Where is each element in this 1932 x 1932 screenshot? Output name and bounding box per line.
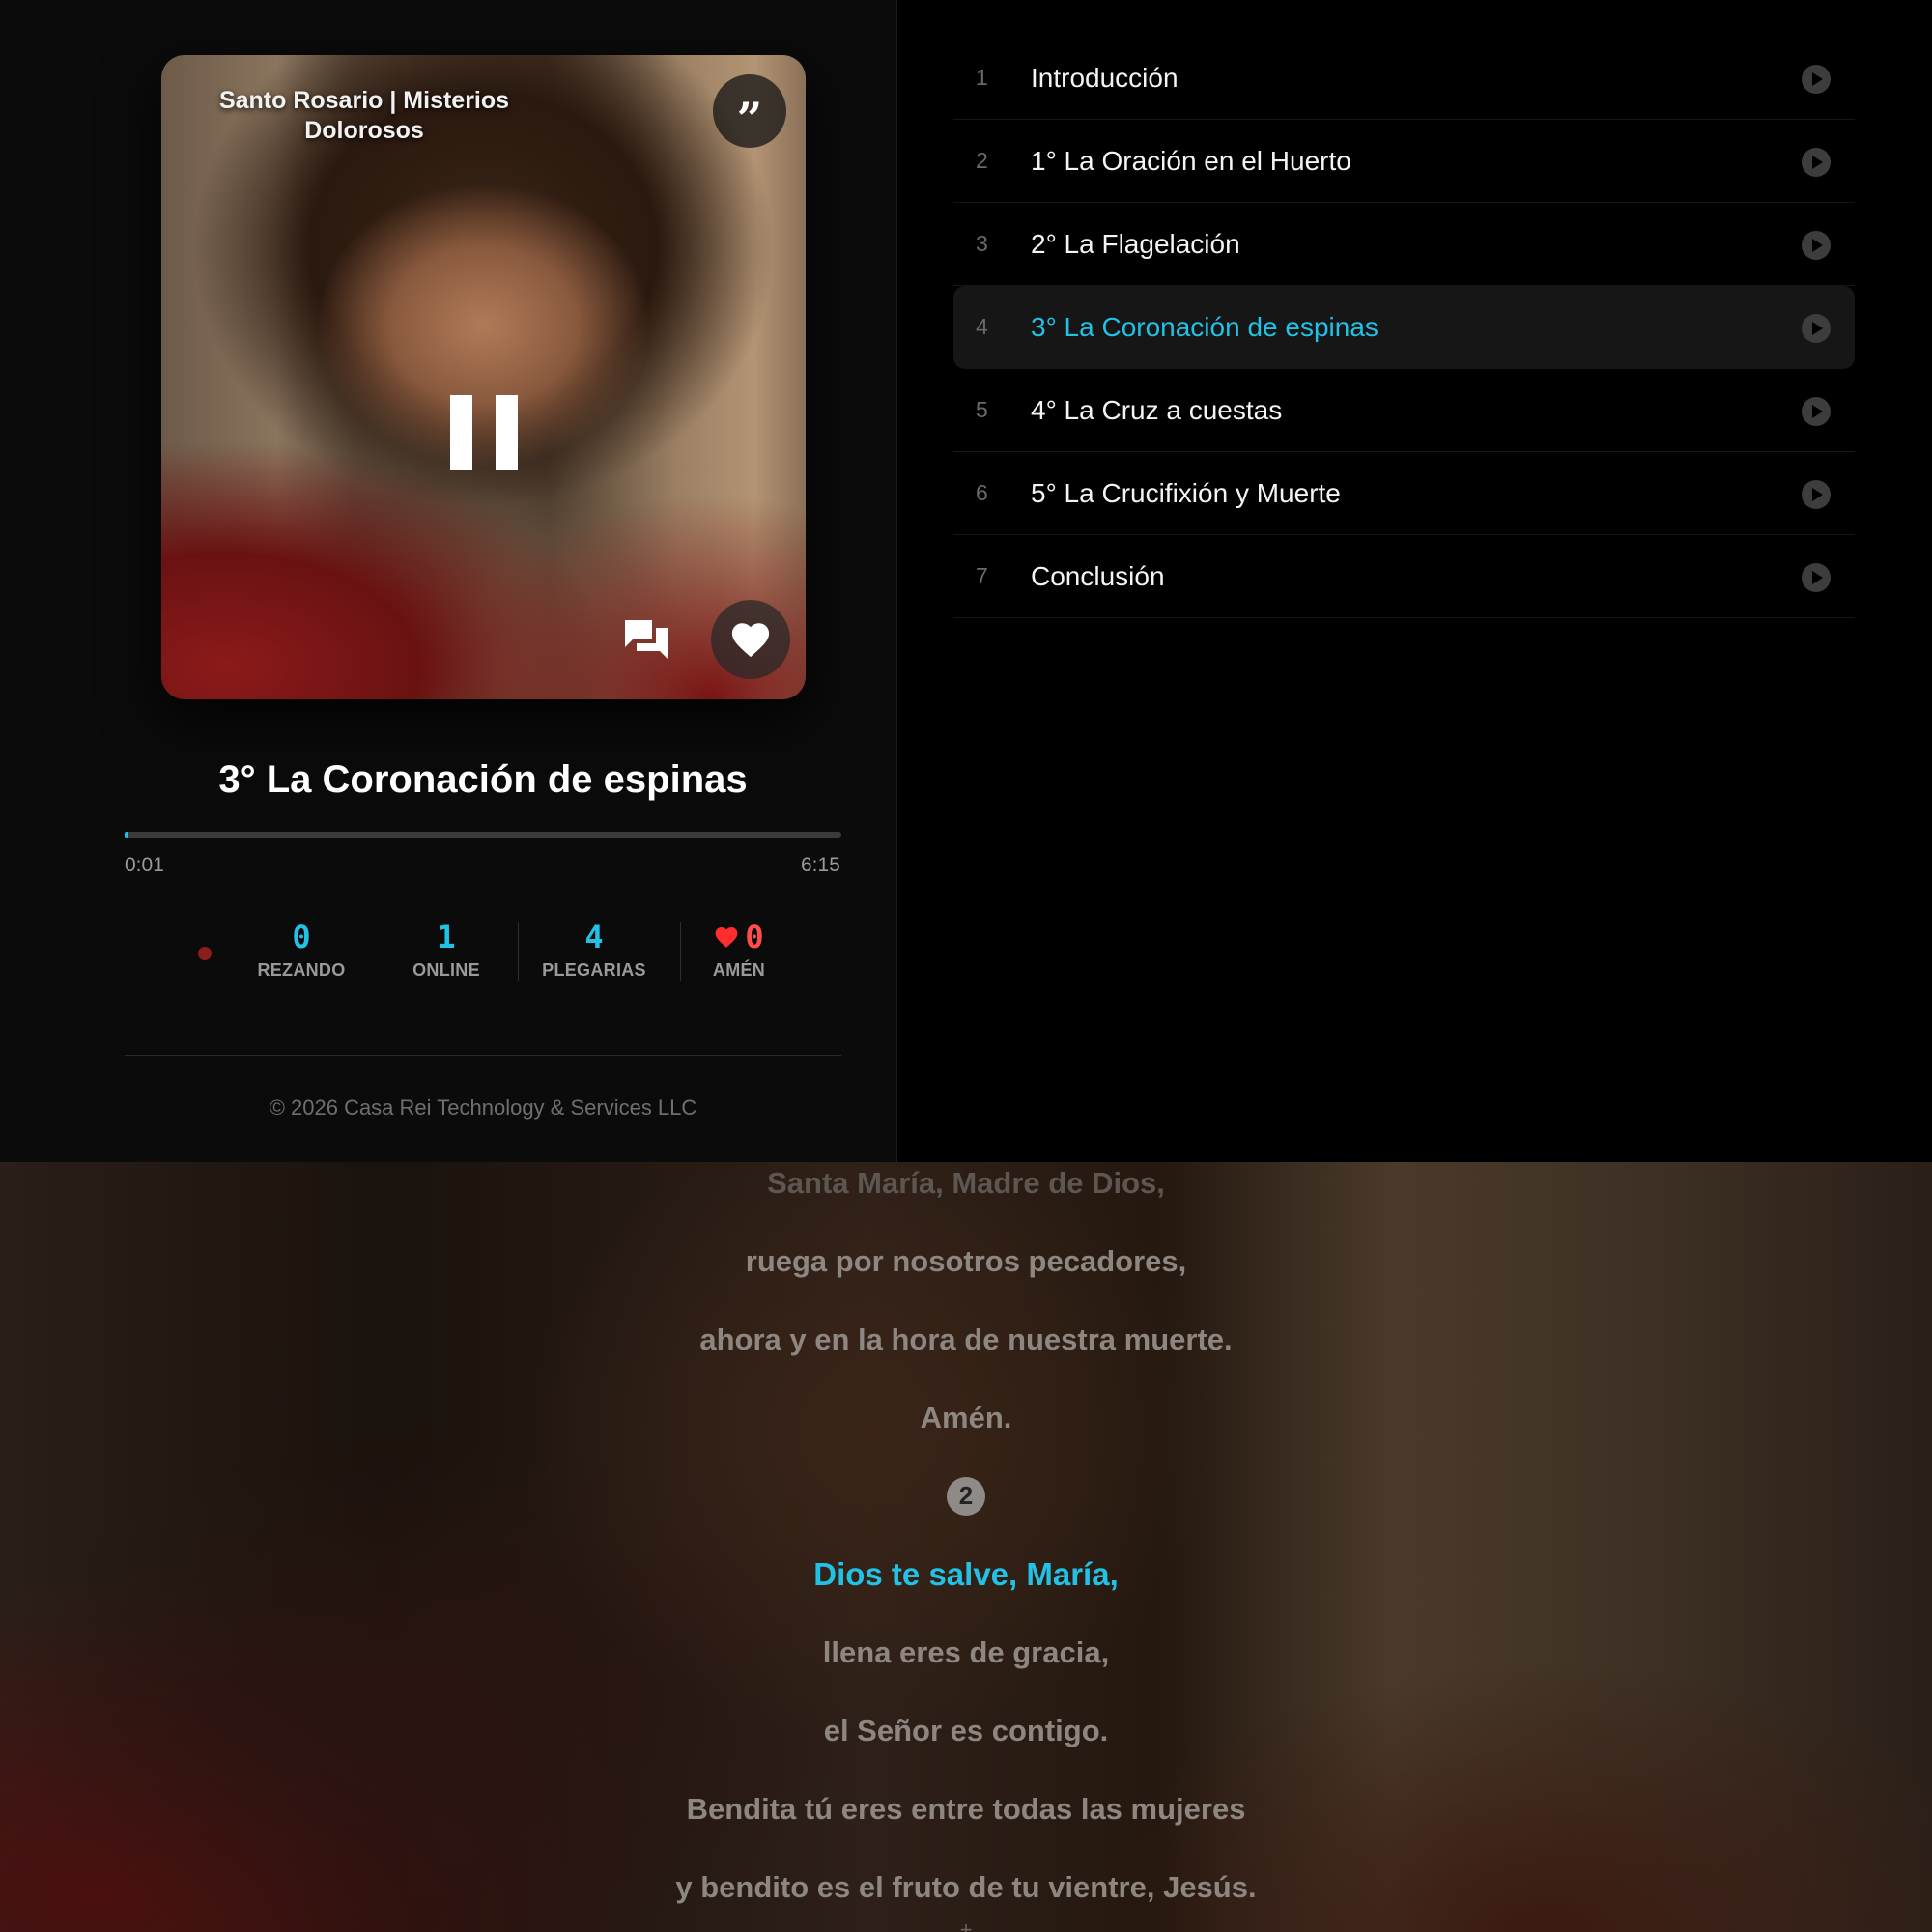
- stat-online-value: 1: [437, 919, 456, 955]
- track-item[interactable]: 2 1° La Oración en el Huerto: [953, 120, 1855, 203]
- play-icon[interactable]: [1802, 231, 1831, 260]
- track-name: Conclusión: [1031, 560, 1165, 591]
- lyric-line-current: Dios te salve, María,: [813, 1556, 1119, 1592]
- track-name: 1° La Oración en el Huerto: [1031, 145, 1351, 176]
- track-number: 3: [976, 231, 988, 256]
- stat-rezando-value: 0: [292, 919, 311, 955]
- stat-plegarias: 4 PLEGARIAS: [536, 918, 652, 980]
- lyric-line: Amén.: [920, 1401, 1012, 1435]
- track-item[interactable]: 7 Conclusión: [953, 535, 1855, 618]
- track-number: 1: [976, 65, 988, 90]
- divider: [518, 922, 519, 981]
- play-icon[interactable]: [1802, 314, 1831, 343]
- track-number: 6: [976, 480, 988, 505]
- divider: [680, 922, 681, 981]
- current-time: 0:01: [125, 854, 164, 876]
- lyric-line: Santa María, Madre de Dios,: [767, 1166, 1165, 1200]
- track-item[interactable]: 1 Introducción: [953, 37, 1855, 120]
- stat-online: 1 ONLINE: [398, 918, 495, 980]
- progress-bar[interactable]: [125, 832, 841, 838]
- pause-icon[interactable]: [450, 395, 518, 470]
- track-name: 4° La Cruz a cuestas: [1031, 394, 1283, 425]
- cover-title: Santo Rosario | Misterios Dolorosos: [218, 87, 510, 144]
- live-indicator-icon: [198, 947, 212, 960]
- heart-icon[interactable]: [711, 600, 790, 679]
- footer-divider: [125, 1055, 841, 1056]
- stat-plegarias-label: PLEGARIAS: [542, 960, 646, 980]
- track-item[interactable]: 6 5° La Crucifixión y Muerte: [953, 452, 1855, 535]
- total-time: 6:15: [801, 854, 840, 876]
- prayer-count-badge: 2: [947, 1476, 985, 1516]
- stat-rezando-label: REZANDO: [257, 960, 346, 980]
- next-marker: +: [959, 1918, 973, 1932]
- copyright: © 2026 Casa Rei Technology & Services LL…: [269, 1095, 697, 1120]
- play-icon[interactable]: [1802, 397, 1831, 426]
- now-playing-title: 3° La Coronación de espinas: [218, 758, 748, 801]
- track-number: 2: [976, 148, 988, 173]
- lyrics-section: Santa María, Madre de Dios, ruega por no…: [0, 1162, 1932, 1932]
- player-panel: Santo Rosario | Misterios Dolorosos ” 3°…: [0, 0, 897, 1162]
- quote-icon[interactable]: ”: [713, 74, 786, 148]
- lyric-separator: 2: [0, 1457, 1932, 1535]
- track-number: 7: [976, 563, 988, 588]
- track-list: 1 Introducción 2 1° La Oración en el Huerto…: [953, 37, 1855, 618]
- play-icon[interactable]: [1802, 480, 1831, 509]
- lyric-line: ahora y en la hora de nuestra muerte.: [699, 1322, 1233, 1356]
- track-number: 4: [976, 314, 988, 339]
- lyric-line: y bendito es el fruto de tu vientre, Jes…: [675, 1870, 1257, 1904]
- track-item[interactable]: 3 2° La Flagelación: [953, 203, 1855, 286]
- lyrics-scroll[interactable]: Santa María, Madre de Dios, ruega por no…: [0, 1162, 1932, 1926]
- amen-heart-icon: [715, 927, 738, 948]
- lyric-line: llena eres de gracia,: [822, 1635, 1110, 1669]
- track-number: 5: [976, 397, 988, 422]
- progress-fill: [125, 832, 129, 838]
- play-icon[interactable]: [1802, 148, 1831, 177]
- stat-online-label: ONLINE: [412, 960, 480, 980]
- comments-icon[interactable]: [623, 618, 669, 661]
- track-name: 2° La Flagelación: [1031, 228, 1240, 259]
- lyric-line: el Señor es contigo.: [823, 1714, 1109, 1747]
- play-icon[interactable]: [1802, 65, 1831, 94]
- lyric-line: ruega por nosotros pecadores,: [745, 1244, 1187, 1278]
- stat-rezando: 0 REZANDO: [253, 918, 350, 980]
- track-name: 5° La Crucifixión y Muerte: [1031, 477, 1341, 508]
- stat-plegarias-value: 4: [584, 919, 604, 955]
- stat-amen-label: AMÉN: [712, 960, 766, 980]
- stat-amen[interactable]: 0 AMÉN: [700, 918, 778, 980]
- album-cover[interactable]: Santo Rosario | Misterios Dolorosos ”: [161, 55, 806, 699]
- track-item[interactable]: 5 4° La Cruz a cuestas: [953, 369, 1855, 452]
- play-icon[interactable]: [1802, 563, 1831, 592]
- track-name: 3° La Coronación de espinas: [1031, 311, 1378, 342]
- track-item[interactable]: 4 3° La Coronación de espinas: [953, 286, 1855, 369]
- track-name: Introducción: [1031, 62, 1179, 93]
- lyric-line: Bendita tú eres entre todas las mujeres: [686, 1792, 1246, 1826]
- stats-bar: 0 REZANDO 1 ONLINE 4 PLEGARIAS 0 AMÉN: [0, 918, 966, 985]
- stat-amen-value: 0: [745, 919, 764, 955]
- track-list-panel: 1 Introducción 2 1° La Oración en el Huerto…: [898, 0, 1913, 1162]
